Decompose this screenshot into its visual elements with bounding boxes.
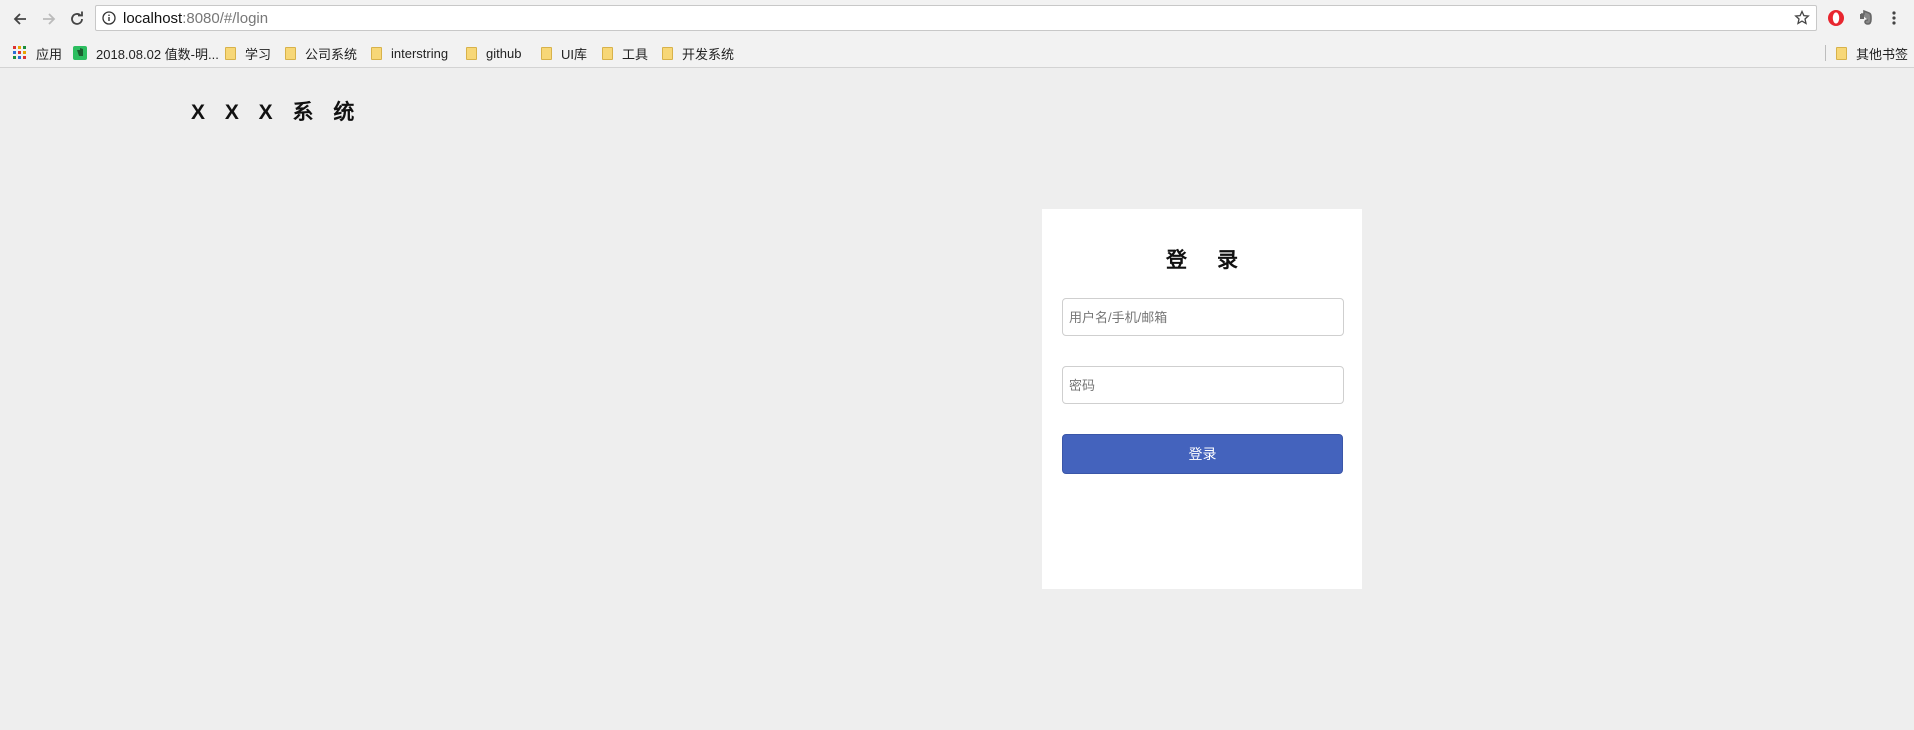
password-input[interactable] (1062, 366, 1344, 404)
bookmarks-divider (1825, 45, 1826, 61)
bookmarks-bar: 应用 2018.08.02 值数-明... 学习 公司系统 interstrin… (0, 37, 1914, 68)
folder-icon (371, 46, 382, 60)
bookmark-apps-label: 应用 (36, 46, 63, 62)
login-card: 登录 登录 (1042, 209, 1362, 589)
back-button[interactable] (7, 6, 33, 32)
info-icon[interactable] (102, 11, 116, 30)
bookmark-star-icon[interactable] (1794, 9, 1810, 31)
login-title: 登录 (1166, 249, 1268, 272)
folder-icon (662, 46, 673, 60)
folder-icon (466, 46, 477, 60)
forward-arrow-icon (43, 13, 56, 25)
reload-button[interactable] (64, 6, 90, 32)
folder-icon (602, 46, 613, 60)
bookmark-label: UI库 (561, 46, 588, 62)
evernote-bookmark-icon (73, 46, 87, 60)
folder-icon (1836, 46, 1847, 60)
bookmark-label: github (486, 45, 522, 61)
bookmark-folder[interactable]: 工具 (602, 44, 648, 62)
apps-grid-icon (13, 46, 26, 59)
bookmark-label: 2018.08.02 值数-明... (96, 46, 219, 62)
url-text: localhost:8080/#/login (123, 10, 268, 27)
username-input[interactable] (1062, 298, 1344, 336)
address-bar[interactable]: localhost:8080/#/login (95, 5, 1817, 31)
bookmark-label: interstring (391, 45, 449, 61)
reload-icon (71, 11, 83, 25)
folder-icon (541, 46, 552, 60)
browser-toolbar: localhost:8080/#/login (0, 0, 1914, 37)
bookmark-label: 学习 (245, 46, 272, 62)
bookmark-label: 公司系统 (305, 46, 358, 62)
system-title: X X X 系 统 (191, 101, 362, 124)
folder-icon (285, 46, 296, 60)
bookmark-folder[interactable]: github (466, 44, 521, 62)
bookmark-folder[interactable]: interstring (371, 44, 448, 62)
folder-icon (225, 46, 236, 60)
bookmark-folder[interactable]: 开发系统 (662, 44, 734, 62)
url-path: :8080/#/login (182, 10, 269, 27)
bookmark-item[interactable]: 2018.08.02 值数-明... (73, 44, 219, 62)
evernote-extension-icon[interactable] (1857, 9, 1875, 32)
opera-extension-icon[interactable] (1827, 9, 1845, 32)
forward-button[interactable] (36, 6, 62, 32)
bookmark-folder[interactable]: 学习 (225, 44, 271, 62)
url-host: localhost (123, 10, 183, 27)
bookmark-other-folder[interactable]: 其他书签 (1836, 44, 1908, 62)
bookmark-folder[interactable]: UI库 (541, 44, 587, 62)
back-arrow-icon (13, 13, 26, 25)
menu-kebab-icon[interactable] (1891, 9, 1897, 32)
bookmark-folder[interactable]: 公司系统 (285, 44, 357, 62)
login-submit-button[interactable]: 登录 (1062, 434, 1343, 474)
bookmark-label: 工具 (622, 46, 649, 62)
bookmark-apps[interactable]: 应用 (13, 44, 62, 62)
bookmark-label: 开发系统 (682, 46, 735, 62)
bookmark-other-label: 其他书签 (1856, 46, 1909, 62)
